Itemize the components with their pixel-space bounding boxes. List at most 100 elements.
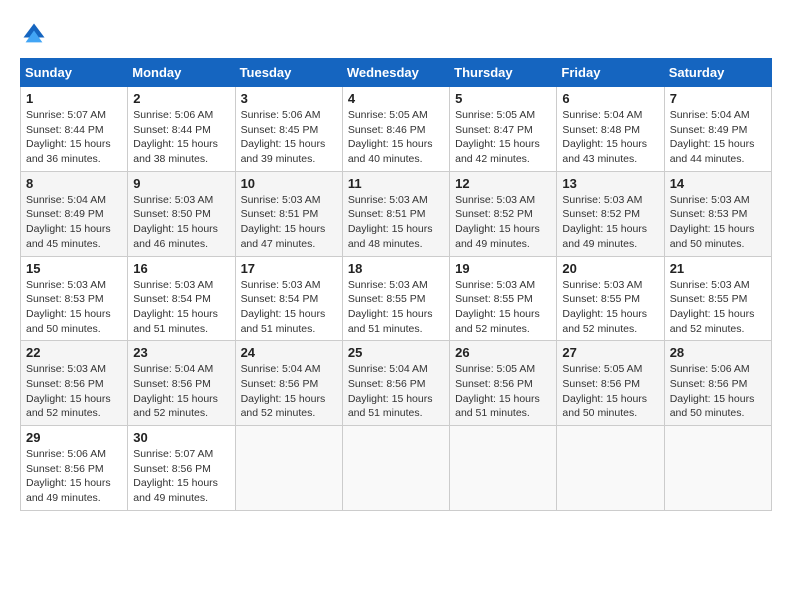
- calendar-cell: 6 Sunrise: 5:04 AM Sunset: 8:48 PM Dayli…: [557, 87, 664, 172]
- week-row-2: 8 Sunrise: 5:04 AM Sunset: 8:49 PM Dayli…: [21, 171, 772, 256]
- day-detail: Sunrise: 5:03 AM Sunset: 8:52 PM Dayligh…: [455, 193, 551, 252]
- day-detail: Sunrise: 5:03 AM Sunset: 8:53 PM Dayligh…: [26, 278, 122, 337]
- day-detail: Sunrise: 5:04 AM Sunset: 8:56 PM Dayligh…: [133, 362, 229, 421]
- calendar-cell: 11 Sunrise: 5:03 AM Sunset: 8:51 PM Dayl…: [342, 171, 449, 256]
- calendar-cell: 24 Sunrise: 5:04 AM Sunset: 8:56 PM Dayl…: [235, 341, 342, 426]
- day-header-friday: Friday: [557, 59, 664, 87]
- day-header-tuesday: Tuesday: [235, 59, 342, 87]
- calendar-cell: 16 Sunrise: 5:03 AM Sunset: 8:54 PM Dayl…: [128, 256, 235, 341]
- week-row-4: 22 Sunrise: 5:03 AM Sunset: 8:56 PM Dayl…: [21, 341, 772, 426]
- logo: [20, 20, 51, 48]
- day-detail: Sunrise: 5:04 AM Sunset: 8:49 PM Dayligh…: [670, 108, 766, 167]
- calendar-cell: 25 Sunrise: 5:04 AM Sunset: 8:56 PM Dayl…: [342, 341, 449, 426]
- day-number: 4: [348, 91, 444, 106]
- day-detail: Sunrise: 5:03 AM Sunset: 8:55 PM Dayligh…: [670, 278, 766, 337]
- day-detail: Sunrise: 5:03 AM Sunset: 8:51 PM Dayligh…: [348, 193, 444, 252]
- day-detail: Sunrise: 5:05 AM Sunset: 8:46 PM Dayligh…: [348, 108, 444, 167]
- calendar-cell: 8 Sunrise: 5:04 AM Sunset: 8:49 PM Dayli…: [21, 171, 128, 256]
- day-number: 16: [133, 261, 229, 276]
- day-detail: Sunrise: 5:05 AM Sunset: 8:56 PM Dayligh…: [562, 362, 658, 421]
- calendar-cell: 10 Sunrise: 5:03 AM Sunset: 8:51 PM Dayl…: [235, 171, 342, 256]
- day-number: 22: [26, 345, 122, 360]
- calendar-cell: 22 Sunrise: 5:03 AM Sunset: 8:56 PM Dayl…: [21, 341, 128, 426]
- day-header-saturday: Saturday: [664, 59, 771, 87]
- day-header-thursday: Thursday: [450, 59, 557, 87]
- calendar-cell: 1 Sunrise: 5:07 AM Sunset: 8:44 PM Dayli…: [21, 87, 128, 172]
- days-header-row: SundayMondayTuesdayWednesdayThursdayFrid…: [21, 59, 772, 87]
- day-detail: Sunrise: 5:03 AM Sunset: 8:53 PM Dayligh…: [670, 193, 766, 252]
- day-header-sunday: Sunday: [21, 59, 128, 87]
- calendar-cell: 15 Sunrise: 5:03 AM Sunset: 8:53 PM Dayl…: [21, 256, 128, 341]
- day-header-wednesday: Wednesday: [342, 59, 449, 87]
- day-detail: Sunrise: 5:03 AM Sunset: 8:54 PM Dayligh…: [133, 278, 229, 337]
- calendar-cell: [450, 426, 557, 511]
- day-number: 27: [562, 345, 658, 360]
- day-detail: Sunrise: 5:04 AM Sunset: 8:48 PM Dayligh…: [562, 108, 658, 167]
- day-number: 17: [241, 261, 337, 276]
- day-number: 12: [455, 176, 551, 191]
- day-detail: Sunrise: 5:03 AM Sunset: 8:54 PM Dayligh…: [241, 278, 337, 337]
- day-detail: Sunrise: 5:04 AM Sunset: 8:49 PM Dayligh…: [26, 193, 122, 252]
- calendar-cell: 29 Sunrise: 5:06 AM Sunset: 8:56 PM Dayl…: [21, 426, 128, 511]
- day-number: 26: [455, 345, 551, 360]
- day-number: 3: [241, 91, 337, 106]
- calendar-cell: 2 Sunrise: 5:06 AM Sunset: 8:44 PM Dayli…: [128, 87, 235, 172]
- day-number: 1: [26, 91, 122, 106]
- day-number: 24: [241, 345, 337, 360]
- calendar-cell: 14 Sunrise: 5:03 AM Sunset: 8:53 PM Dayl…: [664, 171, 771, 256]
- calendar-cell: 20 Sunrise: 5:03 AM Sunset: 8:55 PM Dayl…: [557, 256, 664, 341]
- day-number: 10: [241, 176, 337, 191]
- calendar-cell: 21 Sunrise: 5:03 AM Sunset: 8:55 PM Dayl…: [664, 256, 771, 341]
- day-number: 30: [133, 430, 229, 445]
- day-number: 25: [348, 345, 444, 360]
- day-number: 19: [455, 261, 551, 276]
- calendar-cell: 23 Sunrise: 5:04 AM Sunset: 8:56 PM Dayl…: [128, 341, 235, 426]
- day-detail: Sunrise: 5:03 AM Sunset: 8:55 PM Dayligh…: [562, 278, 658, 337]
- day-number: 18: [348, 261, 444, 276]
- day-number: 28: [670, 345, 766, 360]
- week-row-3: 15 Sunrise: 5:03 AM Sunset: 8:53 PM Dayl…: [21, 256, 772, 341]
- day-detail: Sunrise: 5:03 AM Sunset: 8:56 PM Dayligh…: [26, 362, 122, 421]
- day-number: 29: [26, 430, 122, 445]
- day-detail: Sunrise: 5:06 AM Sunset: 8:56 PM Dayligh…: [670, 362, 766, 421]
- day-header-monday: Monday: [128, 59, 235, 87]
- page-header: [20, 20, 772, 48]
- week-row-1: 1 Sunrise: 5:07 AM Sunset: 8:44 PM Dayli…: [21, 87, 772, 172]
- calendar-cell: 27 Sunrise: 5:05 AM Sunset: 8:56 PM Dayl…: [557, 341, 664, 426]
- day-number: 20: [562, 261, 658, 276]
- calendar-cell: 3 Sunrise: 5:06 AM Sunset: 8:45 PM Dayli…: [235, 87, 342, 172]
- calendar-cell: 17 Sunrise: 5:03 AM Sunset: 8:54 PM Dayl…: [235, 256, 342, 341]
- day-detail: Sunrise: 5:03 AM Sunset: 8:55 PM Dayligh…: [455, 278, 551, 337]
- day-number: 14: [670, 176, 766, 191]
- calendar-cell: 30 Sunrise: 5:07 AM Sunset: 8:56 PM Dayl…: [128, 426, 235, 511]
- day-detail: Sunrise: 5:06 AM Sunset: 8:44 PM Dayligh…: [133, 108, 229, 167]
- calendar-cell: 9 Sunrise: 5:03 AM Sunset: 8:50 PM Dayli…: [128, 171, 235, 256]
- calendar-cell: [557, 426, 664, 511]
- calendar-cell: 26 Sunrise: 5:05 AM Sunset: 8:56 PM Dayl…: [450, 341, 557, 426]
- day-number: 2: [133, 91, 229, 106]
- day-detail: Sunrise: 5:07 AM Sunset: 8:56 PM Dayligh…: [133, 447, 229, 506]
- day-number: 11: [348, 176, 444, 191]
- day-number: 6: [562, 91, 658, 106]
- day-number: 9: [133, 176, 229, 191]
- calendar-table: SundayMondayTuesdayWednesdayThursdayFrid…: [20, 58, 772, 511]
- day-number: 7: [670, 91, 766, 106]
- calendar-cell: [235, 426, 342, 511]
- day-detail: Sunrise: 5:05 AM Sunset: 8:56 PM Dayligh…: [455, 362, 551, 421]
- day-detail: Sunrise: 5:05 AM Sunset: 8:47 PM Dayligh…: [455, 108, 551, 167]
- calendar-cell: 13 Sunrise: 5:03 AM Sunset: 8:52 PM Dayl…: [557, 171, 664, 256]
- calendar-cell: [342, 426, 449, 511]
- day-detail: Sunrise: 5:04 AM Sunset: 8:56 PM Dayligh…: [241, 362, 337, 421]
- day-number: 8: [26, 176, 122, 191]
- day-detail: Sunrise: 5:06 AM Sunset: 8:45 PM Dayligh…: [241, 108, 337, 167]
- day-number: 21: [670, 261, 766, 276]
- day-detail: Sunrise: 5:06 AM Sunset: 8:56 PM Dayligh…: [26, 447, 122, 506]
- day-number: 23: [133, 345, 229, 360]
- day-number: 15: [26, 261, 122, 276]
- calendar-cell: 5 Sunrise: 5:05 AM Sunset: 8:47 PM Dayli…: [450, 87, 557, 172]
- day-detail: Sunrise: 5:03 AM Sunset: 8:52 PM Dayligh…: [562, 193, 658, 252]
- calendar-cell: 18 Sunrise: 5:03 AM Sunset: 8:55 PM Dayl…: [342, 256, 449, 341]
- day-detail: Sunrise: 5:03 AM Sunset: 8:51 PM Dayligh…: [241, 193, 337, 252]
- calendar-cell: 19 Sunrise: 5:03 AM Sunset: 8:55 PM Dayl…: [450, 256, 557, 341]
- calendar-cell: [664, 426, 771, 511]
